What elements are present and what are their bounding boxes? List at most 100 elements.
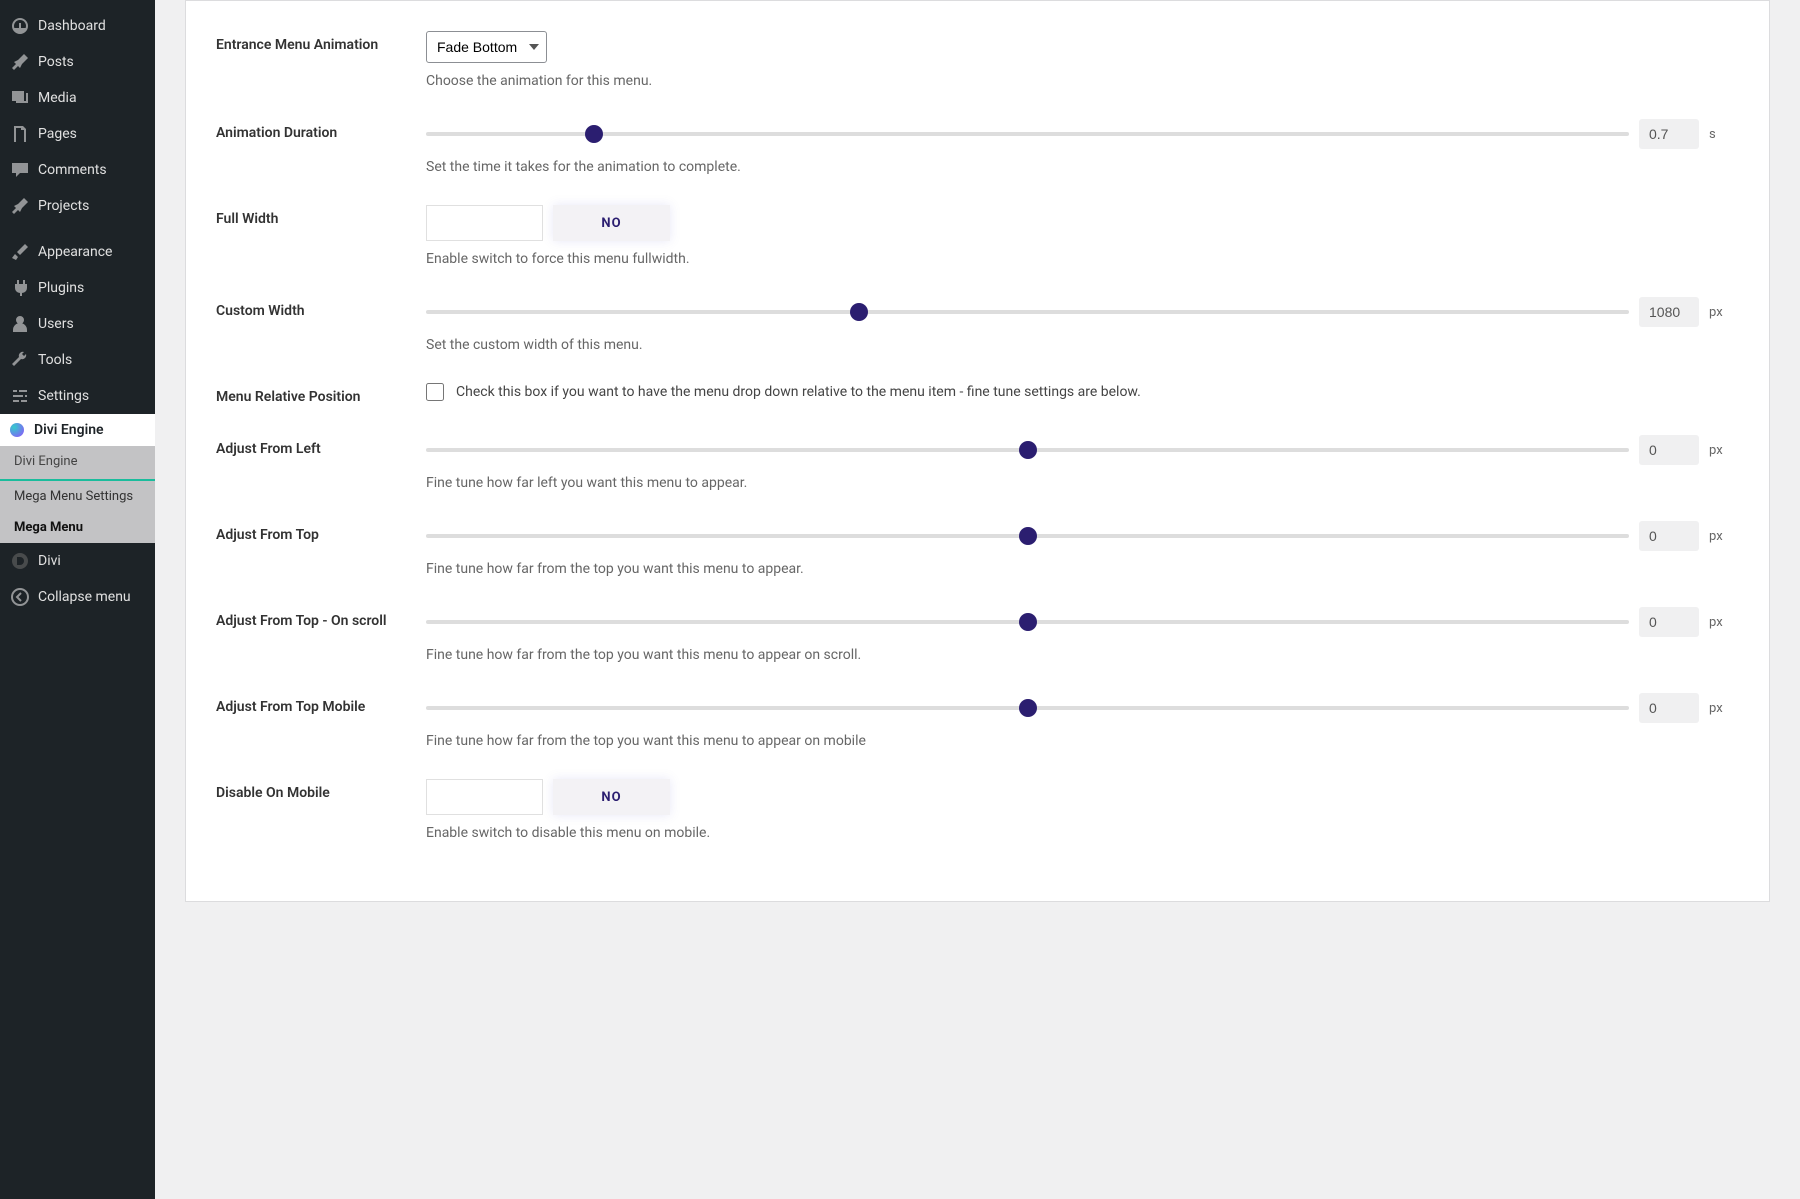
slider-thumb[interactable]: [1019, 527, 1037, 545]
sidebar-item-label: Appearance: [38, 244, 112, 260]
adjust-top-mobile-input[interactable]: [1639, 693, 1699, 723]
brush-icon: [10, 242, 30, 262]
help-text: Enable switch to force this menu fullwid…: [426, 251, 1729, 267]
sidebar-item-projects[interactable]: Projects: [0, 188, 155, 224]
sidebar-item-label: Collapse menu: [38, 589, 131, 605]
slider-thumb[interactable]: [850, 303, 868, 321]
sidebar-item-tools[interactable]: Tools: [0, 342, 155, 378]
adjust-top-mobile-slider[interactable]: [426, 706, 1629, 710]
sidebar-item-media[interactable]: Media: [0, 80, 155, 116]
setting-menu-relative: Menu Relative Position Check this box if…: [216, 383, 1729, 405]
sidebar-item-settings[interactable]: Settings: [0, 378, 155, 414]
help-text: Set the custom width of this menu.: [426, 337, 1729, 353]
help-text: Enable switch to disable this menu on mo…: [426, 825, 1729, 841]
help-text: Fine tune how far from the top you want …: [426, 647, 1729, 663]
adjust-top-slider[interactable]: [426, 534, 1629, 538]
setting-label: Adjust From Top Mobile: [216, 693, 426, 715]
sidebar-item-dashboard[interactable]: Dashboard: [0, 8, 155, 44]
sidebar-submenu: Divi Engine Mega Menu Settings Mega Menu: [0, 446, 155, 543]
adjust-top-scroll-slider[interactable]: [426, 620, 1629, 624]
sidebar-item-label: Comments: [38, 162, 107, 178]
sidebar-item-divi-engine[interactable]: Divi Engine: [0, 414, 155, 446]
setting-adjust-top-mobile: Adjust From Top Mobile px Fine tune how …: [216, 693, 1729, 749]
divi-engine-icon: [10, 423, 24, 437]
setting-disable-mobile: Disable On Mobile NO Enable switch to di…: [216, 779, 1729, 841]
sidebar-item-divi[interactable]: Divi: [0, 543, 155, 579]
sidebar-item-pages[interactable]: Pages: [0, 116, 155, 152]
full-width-toggle-yes[interactable]: [426, 205, 543, 241]
sidebar-item-users[interactable]: Users: [0, 306, 155, 342]
setting-label: Animation Duration: [216, 119, 426, 141]
setting-animation-duration: Animation Duration s Set the time it tak…: [216, 119, 1729, 175]
divi-icon: [10, 551, 30, 571]
menu-relative-checkbox[interactable]: [426, 383, 444, 401]
dashboard-icon: [10, 16, 30, 36]
setting-label: Menu Relative Position: [216, 383, 426, 405]
sidebar-item-label: Users: [38, 316, 74, 332]
adjust-top-scroll-input[interactable]: [1639, 607, 1699, 637]
unit-label: px: [1709, 615, 1729, 630]
setting-label: Entrance Menu Animation: [216, 31, 426, 53]
setting-label: Custom Width: [216, 297, 426, 319]
wrench-icon: [10, 350, 30, 370]
help-text: Set the time it takes for the animation …: [426, 159, 1729, 175]
sidebar-item-label: Divi Engine: [34, 422, 104, 438]
sidebar-item-label: Settings: [38, 388, 89, 404]
pin-icon: [10, 196, 30, 216]
sidebar-subitem-mega-menu-settings[interactable]: Mega Menu Settings: [0, 481, 155, 512]
slider-thumb[interactable]: [1019, 613, 1037, 631]
help-text: Fine tune how far left you want this men…: [426, 475, 1729, 491]
sidebar-item-posts[interactable]: Posts: [0, 44, 155, 80]
setting-adjust-left: Adjust From Left px Fine tune how far le…: [216, 435, 1729, 491]
setting-label: Adjust From Left: [216, 435, 426, 457]
setting-adjust-top: Adjust From Top px Fine tune how far fro…: [216, 521, 1729, 577]
sidebar-item-plugins[interactable]: Plugins: [0, 270, 155, 306]
duration-slider[interactable]: [426, 132, 1629, 136]
sliders-icon: [10, 386, 30, 406]
sidebar-subitem-divi-engine[interactable]: Divi Engine: [0, 446, 155, 481]
sidebar-item-label: Plugins: [38, 280, 84, 296]
sidebar-subitem-mega-menu[interactable]: Mega Menu: [0, 512, 155, 543]
help-text: Fine tune how far from the top you want …: [426, 733, 1729, 749]
unit-label: s: [1709, 127, 1729, 142]
slider-thumb[interactable]: [1019, 699, 1037, 717]
setting-label: Adjust From Top - On scroll: [216, 607, 426, 629]
help-text: Choose the animation for this menu.: [426, 73, 1729, 89]
sidebar-item-comments[interactable]: Comments: [0, 152, 155, 188]
help-text: Fine tune how far from the top you want …: [426, 561, 1729, 577]
slider-thumb[interactable]: [1019, 441, 1037, 459]
sidebar-item-label: Dashboard: [38, 18, 106, 34]
setting-label: Full Width: [216, 205, 426, 227]
sidebar-item-label: Projects: [38, 198, 89, 214]
plug-icon: [10, 278, 30, 298]
settings-panel: Entrance Menu Animation Fade Bottom Choo…: [185, 0, 1770, 902]
adjust-left-input[interactable]: [1639, 435, 1699, 465]
setting-full-width: Full Width NO Enable switch to force thi…: [216, 205, 1729, 267]
duration-input[interactable]: [1639, 119, 1699, 149]
custom-width-input[interactable]: [1639, 297, 1699, 327]
sidebar-collapse[interactable]: Collapse menu: [0, 579, 155, 615]
sidebar-item-appearance[interactable]: Appearance: [0, 234, 155, 270]
user-icon: [10, 314, 30, 334]
media-icon: [10, 88, 30, 108]
sidebar-item-label: Media: [38, 90, 77, 106]
main-content: Entrance Menu Animation Fade Bottom Choo…: [155, 0, 1800, 1199]
pin-icon: [10, 52, 30, 72]
full-width-toggle-no[interactable]: NO: [553, 205, 670, 241]
sidebar-item-label: Divi: [38, 553, 61, 569]
setting-label: Disable On Mobile: [216, 779, 426, 801]
unit-label: px: [1709, 701, 1729, 716]
setting-custom-width: Custom Width px Set the custom width of …: [216, 297, 1729, 353]
setting-adjust-top-scroll: Adjust From Top - On scroll px Fine tune…: [216, 607, 1729, 663]
setting-label: Adjust From Top: [216, 521, 426, 543]
adjust-top-input[interactable]: [1639, 521, 1699, 551]
entrance-animation-select[interactable]: Fade Bottom: [426, 31, 547, 63]
collapse-icon: [10, 587, 30, 607]
page-icon: [10, 124, 30, 144]
custom-width-slider[interactable]: [426, 310, 1629, 314]
adjust-left-slider[interactable]: [426, 448, 1629, 452]
disable-mobile-toggle-yes[interactable]: [426, 779, 543, 815]
unit-label: px: [1709, 443, 1729, 458]
slider-thumb[interactable]: [585, 125, 603, 143]
disable-mobile-toggle-no[interactable]: NO: [553, 779, 670, 815]
